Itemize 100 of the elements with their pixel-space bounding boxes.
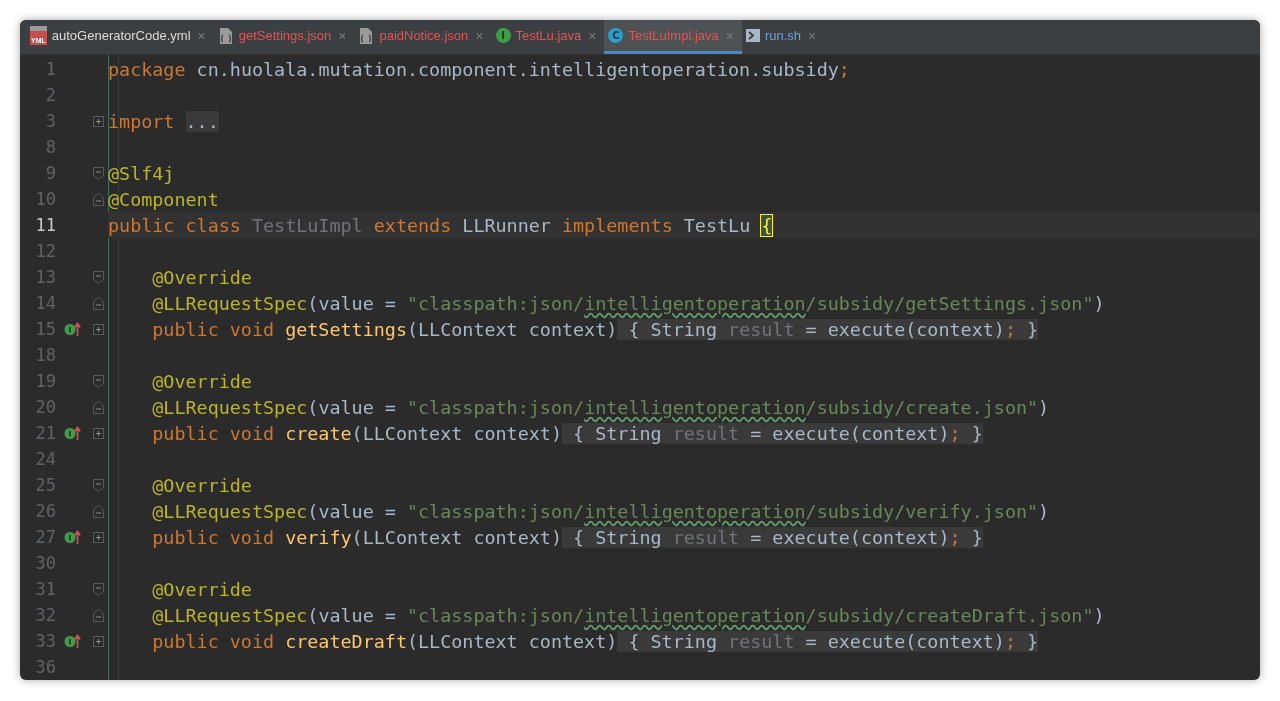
- editor-tab[interactable]: run.sh ×: [741, 20, 825, 54]
- line-number: 14: [34, 293, 56, 313]
- implements-method-icon[interactable]: [63, 530, 81, 544]
- annotation-text: @LLRequestSpec: [151, 292, 308, 314]
- string-literal: intelligentoperation: [584, 500, 806, 522]
- code-text: (LLContext context): [351, 422, 562, 444]
- expand-fold-icon[interactable]: [92, 635, 104, 647]
- keyword-text: public void: [151, 630, 276, 652]
- collapse-fold-icon[interactable]: [92, 400, 104, 414]
- line-number: 36: [34, 657, 56, 677]
- folded-code: }: [960, 526, 983, 548]
- string-literal: /subsidy/verify.json": [805, 500, 1039, 522]
- folded-code: ;: [949, 526, 961, 548]
- editor-tab[interactable]: getSettings.json ×: [213, 20, 355, 54]
- code-text: (value =: [307, 604, 397, 626]
- line-number: 3: [44, 111, 56, 131]
- folded-code: }: [1015, 630, 1039, 652]
- json-file-icon: [217, 26, 234, 45]
- line-number: 30: [34, 553, 56, 573]
- expand-fold-icon[interactable]: [92, 531, 104, 543]
- keyword-text: public void: [151, 318, 276, 340]
- folded-code: result: [728, 630, 795, 652]
- folded-code: ;: [1004, 318, 1016, 340]
- collapse-fold-icon[interactable]: [92, 296, 104, 310]
- line-number: 27: [34, 527, 56, 547]
- implements-method-icon[interactable]: [63, 634, 81, 648]
- string-literal: "classpath:json/: [406, 396, 585, 418]
- line-number: 11: [34, 215, 56, 235]
- collapse-fold-icon[interactable]: [92, 608, 104, 622]
- line-number: 12: [34, 241, 56, 261]
- keyword-text: ;: [838, 58, 850, 80]
- keyword-text: public void: [151, 422, 276, 444]
- collapse-fold-icon[interactable]: [92, 582, 104, 596]
- close-tab-button[interactable]: ×: [808, 27, 817, 44]
- keyword-text: implements: [560, 214, 674, 236]
- terminal-icon: [745, 29, 760, 42]
- folded-code: = execute(context): [794, 630, 1005, 652]
- annotation-text: @LLRequestSpec: [151, 396, 308, 418]
- editor-tab[interactable]: C TestLuImpl.java ×: [604, 20, 742, 54]
- annotation-text: @Slf4j: [108, 162, 175, 184]
- json-file-icon: [358, 26, 375, 45]
- code-text: (LLContext context): [406, 630, 618, 652]
- collapse-fold-icon[interactable]: [92, 478, 104, 492]
- folded-code: { String: [561, 526, 673, 548]
- annotation-text: @Component: [108, 188, 219, 210]
- folded-code: }: [960, 422, 983, 444]
- annotation-text: @LLRequestSpec: [151, 604, 308, 626]
- line-number: 21: [34, 423, 56, 443]
- close-tab-button[interactable]: ×: [725, 27, 734, 44]
- line-number: 26: [34, 501, 56, 521]
- line-number: 33: [34, 631, 56, 651]
- code-text: cn.huolala.mutation.component.intelligentoperation.subsidy: [195, 58, 839, 80]
- code-text: (value =: [307, 396, 397, 418]
- collapse-fold-icon[interactable]: [92, 270, 104, 284]
- collapse-fold-icon[interactable]: [92, 192, 104, 206]
- folded-code: = execute(context): [794, 318, 1005, 340]
- folded-code: { String: [617, 630, 729, 652]
- folded-code: result: [672, 526, 740, 548]
- folded-code: { String: [561, 422, 673, 444]
- collapse-fold-icon[interactable]: [92, 166, 104, 180]
- keyword-text: public void: [151, 526, 276, 548]
- code-text: (LLContext context): [351, 526, 562, 548]
- line-number: 31: [34, 579, 56, 599]
- brace-text: {: [761, 214, 773, 236]
- string-literal: "classpath:json/: [406, 500, 585, 522]
- class-name: TestLuImpl: [251, 214, 363, 236]
- line-number: 8: [44, 137, 56, 157]
- string-literal: intelligentoperation: [584, 396, 806, 418]
- line-number: 2: [44, 85, 56, 105]
- implements-method-icon[interactable]: [63, 322, 81, 336]
- close-tab-button[interactable]: ×: [475, 27, 484, 44]
- method-name: verify: [285, 526, 352, 548]
- annotation-text: @Override: [151, 578, 252, 600]
- editor-tab[interactable]: paidNotice.json ×: [354, 20, 492, 54]
- code-text: LLRunner: [462, 214, 551, 236]
- folded-code: result: [672, 422, 740, 444]
- annotation-text: @Override: [151, 474, 252, 496]
- close-tab-button[interactable]: ×: [197, 27, 206, 44]
- expand-fold-icon[interactable]: [92, 323, 104, 335]
- code-text: ): [1038, 396, 1050, 418]
- line-number: 25: [34, 475, 56, 495]
- expand-fold-icon[interactable]: [92, 427, 104, 439]
- folded-code: = execute(context): [739, 526, 950, 548]
- collapse-fold-icon[interactable]: [92, 374, 104, 388]
- line-number: 20: [34, 397, 56, 417]
- code-text: ): [1093, 292, 1105, 314]
- implements-method-icon[interactable]: [63, 426, 81, 440]
- line-number: 19: [34, 371, 56, 391]
- close-tab-button[interactable]: ×: [588, 27, 597, 44]
- editor-tab[interactable]: I TestLu.java ×: [491, 20, 605, 54]
- keyword-text: extends: [372, 214, 453, 236]
- line-number: 1: [44, 59, 56, 79]
- string-literal: "classpath:json/: [406, 604, 585, 626]
- string-literal: /subsidy/createDraft.json": [805, 604, 1094, 626]
- string-literal: intelligentoperation: [584, 292, 806, 314]
- expand-fold-icon[interactable]: [92, 115, 104, 127]
- close-tab-button[interactable]: ×: [338, 27, 347, 44]
- folded-code: result: [728, 318, 795, 340]
- code-text: (value =: [307, 500, 397, 522]
- collapse-fold-icon[interactable]: [92, 504, 104, 518]
